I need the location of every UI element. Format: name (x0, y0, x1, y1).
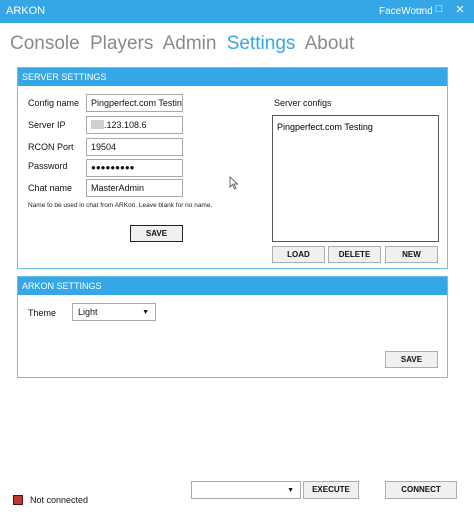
rcon-port-input[interactable]: 19504 (86, 138, 183, 156)
chevron-down-icon: ▼ (287, 487, 294, 494)
server-ip-input[interactable]: .123.108.6 (86, 116, 183, 134)
main-nav: Console Players Admin Settings About (10, 33, 359, 55)
connect-button[interactable]: CONNECT (385, 481, 457, 499)
arkon-settings-header: ARKON SETTINGS (18, 277, 447, 295)
config-name-label: Config name (28, 98, 80, 108)
rcon-port-label: RCON Port (28, 142, 74, 152)
theme-value: Light (78, 307, 98, 317)
new-button[interactable]: NEW (385, 246, 438, 263)
list-item[interactable]: Pingperfect.com Testing (277, 122, 434, 132)
theme-label: Theme (28, 308, 57, 318)
server-settings-header: SERVER SETTINGS (18, 68, 447, 86)
chat-name-input[interactable]: MasterAdmin (86, 179, 183, 197)
server-ip-label: Server IP (28, 120, 66, 130)
chat-name-hint: Name to be used in chat from ARKon. Leav… (28, 202, 213, 209)
password-input[interactable]: ●●●●●●●●● (86, 159, 183, 177)
server-configs-label: Server configs (274, 98, 332, 108)
save-arkon-button[interactable]: SAVE (385, 351, 438, 368)
load-button[interactable]: LOAD (272, 246, 325, 263)
delete-button[interactable]: DELETE (328, 246, 381, 263)
password-label: Password (28, 161, 68, 171)
server-ip-value: .123.108.6 (104, 120, 147, 130)
tab-console[interactable]: Console (10, 33, 80, 54)
maximize-icon[interactable]: □ (432, 3, 446, 15)
tab-admin[interactable]: Admin (163, 33, 217, 54)
tab-players[interactable]: Players (90, 33, 153, 54)
arkon-settings-panel: ARKON SETTINGS Theme Light ▼ SAVE (17, 276, 448, 378)
minimize-icon[interactable]: – (412, 3, 426, 15)
chat-name-label: Chat name (28, 183, 73, 193)
status-indicator (13, 495, 23, 505)
connection-status: Not connected (30, 495, 89, 505)
execute-button[interactable]: EXECUTE (303, 481, 359, 499)
chevron-down-icon: ▼ (142, 309, 149, 316)
app-title: ARKON (6, 5, 46, 17)
tab-settings[interactable]: Settings (227, 33, 296, 54)
server-settings-panel: SERVER SETTINGS Config name Pingperfect.… (17, 67, 448, 269)
close-icon[interactable]: ✕ (453, 3, 467, 16)
save-server-button[interactable]: SAVE (130, 225, 183, 242)
server-configs-list[interactable]: Pingperfect.com Testing (272, 115, 439, 242)
theme-select[interactable]: Light ▼ (72, 303, 156, 321)
title-bar: ARKON FaceWound – □ ✕ (0, 0, 474, 23)
masked-ip-segment (91, 120, 104, 129)
command-select[interactable]: ▼ (191, 481, 301, 499)
mouse-cursor-icon (229, 176, 239, 190)
config-name-input[interactable]: Pingperfect.com Testing (86, 94, 183, 112)
tab-about[interactable]: About (305, 33, 355, 54)
